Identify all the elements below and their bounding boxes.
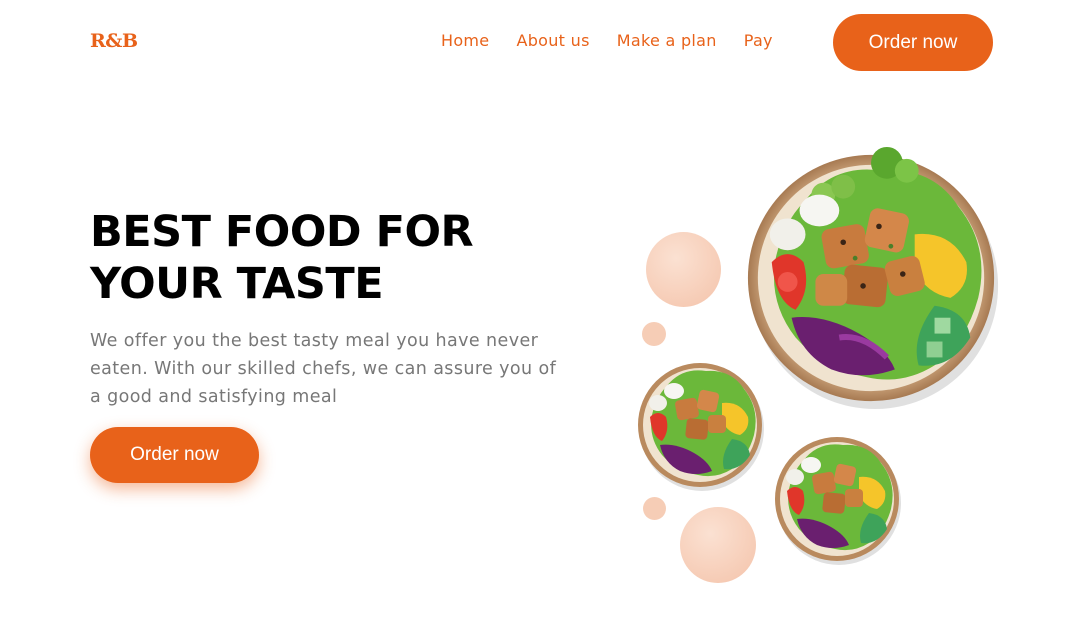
main-nav: Home About us Make a plan Pay <box>441 31 773 50</box>
hero-subtitle: We offer you the best tasty meal you hav… <box>90 331 557 407</box>
nav-home-link[interactable]: Home <box>441 31 489 50</box>
nav-about-link[interactable]: About us <box>516 31 589 50</box>
salad-bowl-illustration <box>775 437 901 565</box>
hero-title-line1: BEST FOOD FOR <box>90 207 474 257</box>
hero-order-button[interactable]: Order now <box>90 427 259 483</box>
nav-plan-link[interactable]: Make a plan <box>617 31 717 50</box>
decor-circle-large-bottom <box>680 507 756 583</box>
logo[interactable]: R&B <box>90 30 138 52</box>
salad-bowl-illustration <box>747 146 999 410</box>
hero-title-line2: YOUR TASTE <box>90 259 384 309</box>
hero-title: BEST FOOD FOR YOUR TASTE <box>90 206 560 310</box>
salad-bowl-small-left-image <box>636 357 766 493</box>
header-order-button[interactable]: Order now <box>833 14 993 71</box>
nav-pay-link[interactable]: Pay <box>744 31 773 50</box>
salad-bowl-small-right-image <box>773 431 903 567</box>
decor-circle-small-bottom <box>643 497 666 520</box>
decor-circle-small-top <box>642 322 666 346</box>
salad-bowl-illustration <box>638 363 764 491</box>
salad-bowl-large-image <box>742 143 1004 413</box>
decor-circle-large-top <box>646 232 721 307</box>
